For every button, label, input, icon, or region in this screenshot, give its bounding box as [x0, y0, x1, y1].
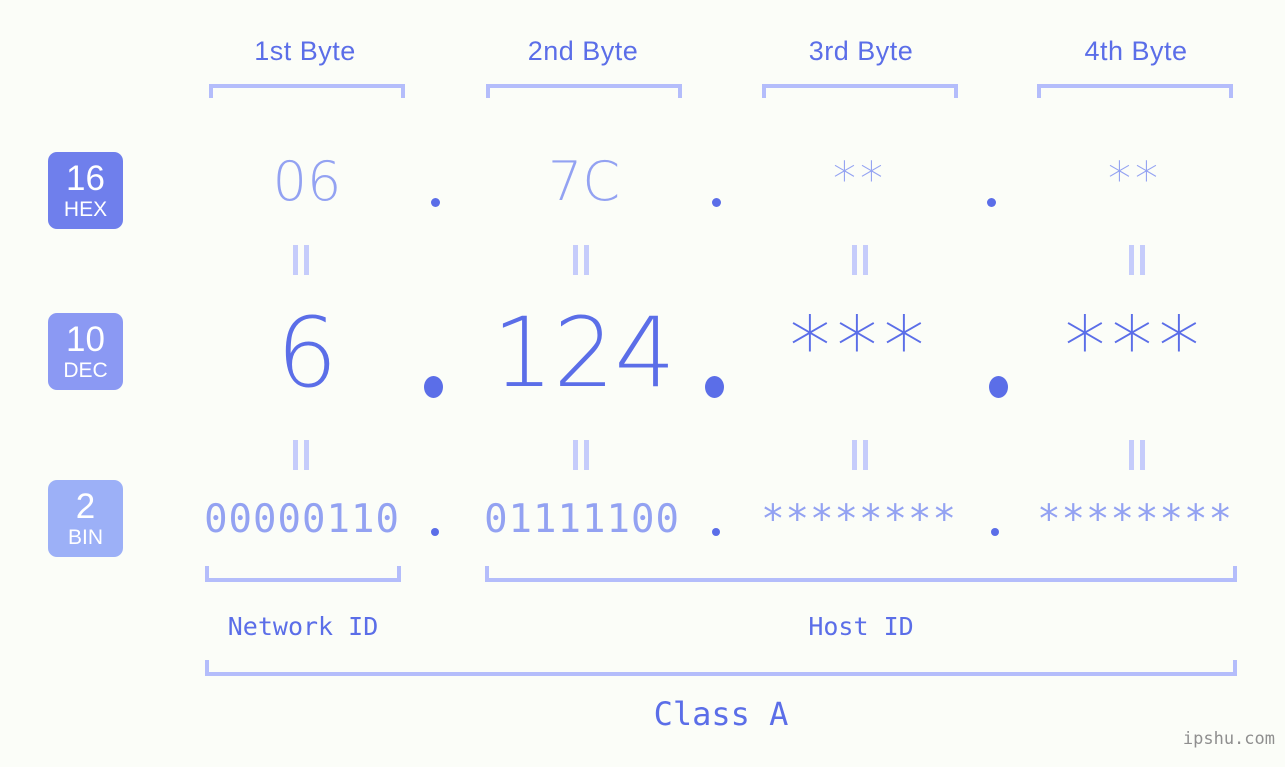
network-id-bracket: [205, 566, 401, 582]
equals-mark-dec-bin-3: [851, 440, 869, 470]
base-badge-bin: 2 BIN: [48, 480, 123, 557]
bin-byte-1: 00000110: [204, 497, 400, 542]
byte-header-3: 3rd Byte: [808, 36, 914, 66]
ip-byte-breakdown-diagram: 1st Byte 2nd Byte 3rd Byte 4th Byte 16 H…: [0, 0, 1285, 767]
equals-mark-hex-dec-4: [1128, 245, 1146, 275]
dec-byte-2: 124: [492, 297, 676, 409]
host-id-bracket: [485, 566, 1237, 582]
dec-separator-dot-1: [424, 376, 443, 398]
base-badge-bin-name: BIN: [67, 526, 103, 549]
equals-mark-dec-bin-1: [292, 440, 310, 470]
dec-byte-4: ***: [1064, 300, 1206, 395]
byte-bracket-top-4: [1037, 84, 1233, 98]
base-badge-hex-name: HEX: [63, 198, 108, 221]
dec-byte-1: 6: [276, 297, 338, 409]
equals-mark-hex-dec-1: [292, 245, 310, 275]
equals-mark-hex-dec-3: [851, 245, 869, 275]
base-badge-dec-name: DEC: [63, 359, 108, 382]
equals-mark-hex-dec-2: [572, 245, 590, 275]
hex-byte-3: **: [833, 152, 887, 206]
byte-header-4: 4th Byte: [1084, 36, 1188, 66]
site-watermark: ipshu.com: [1182, 729, 1275, 749]
byte-header-1: 1st Byte: [254, 36, 356, 66]
bin-byte-3: ********: [761, 497, 957, 542]
base-badge-bin-number: 2: [75, 487, 96, 526]
bin-separator-dot-2: [712, 528, 720, 536]
hex-byte-2: 7C: [547, 150, 621, 213]
dec-separator-dot-2: [705, 376, 724, 398]
bin-byte-4: ********: [1037, 497, 1233, 542]
equals-mark-dec-bin-4: [1128, 440, 1146, 470]
bin-separator-dot-1: [431, 528, 439, 536]
dec-separator-dot-3: [989, 376, 1008, 398]
base-badge-dec-number: 10: [66, 320, 105, 359]
network-id-label: Network ID: [227, 612, 379, 641]
byte-bracket-top-3: [762, 84, 958, 98]
hex-separator-dot-1: [431, 198, 440, 207]
host-id-label: Host ID: [808, 612, 914, 641]
hex-separator-dot-2: [712, 198, 721, 207]
class-label: Class A: [653, 695, 789, 733]
base-badge-hex-number: 16: [66, 159, 105, 198]
byte-header-2: 2nd Byte: [527, 36, 639, 66]
byte-bracket-top-1: [209, 84, 405, 98]
bin-byte-2: 01111100: [484, 497, 680, 542]
base-badge-hex: 16 HEX: [48, 152, 123, 229]
equals-mark-dec-bin-2: [572, 440, 590, 470]
hex-byte-4: **: [1108, 152, 1162, 206]
hex-byte-1: 06: [272, 150, 342, 213]
hex-separator-dot-3: [987, 198, 996, 207]
dec-byte-3: ***: [789, 300, 931, 395]
base-badge-dec: 10 DEC: [48, 313, 123, 390]
class-bracket: [205, 660, 1237, 676]
byte-bracket-top-2: [486, 84, 682, 98]
bin-separator-dot-3: [991, 528, 999, 536]
